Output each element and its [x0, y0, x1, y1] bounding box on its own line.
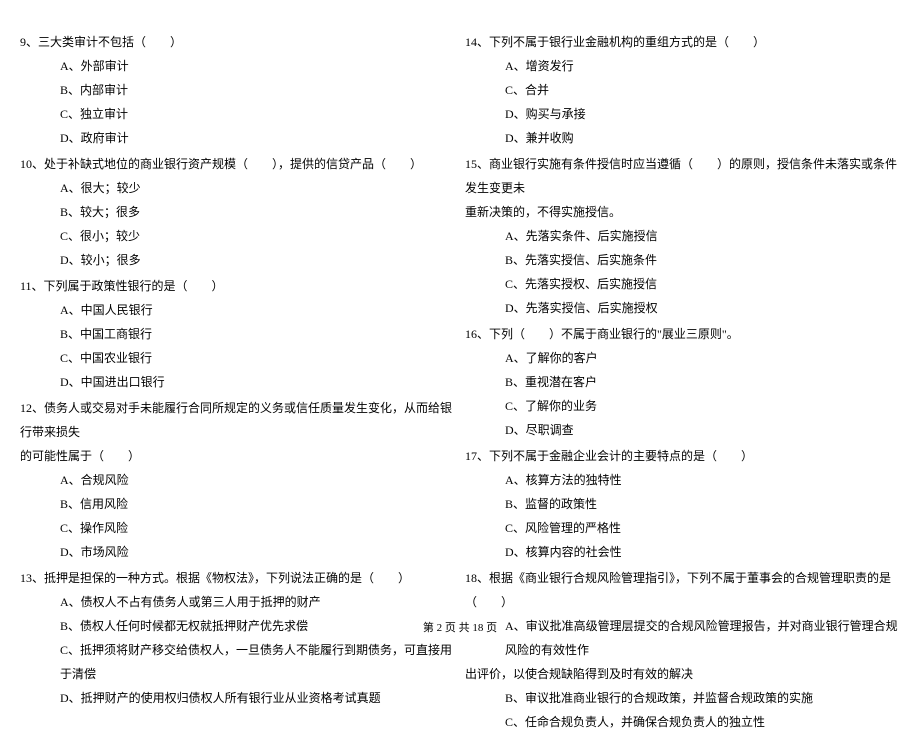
- option-a: A、合规风险: [20, 468, 455, 492]
- option-c: C、中国农业银行: [20, 346, 455, 370]
- option-a-cont: 出评价，以使合规缺陷得到及时有效的解决: [465, 662, 900, 686]
- option-c: C、很小；较少: [20, 224, 455, 248]
- question-15: 15、商业银行实施有条件授信时应当遵循（ ）的原则，授信条件未落实或条件发生变更…: [465, 152, 900, 320]
- option-d: D、市场风险: [20, 540, 455, 564]
- option-b: B、监督的政策性: [465, 492, 900, 516]
- option-d: D、政府审计: [20, 126, 455, 150]
- question-14: 14、下列不属于银行业金融机构的重组方式的是（ ） A、增资发行 C、合并 D、…: [465, 30, 900, 150]
- option-d: D、核算内容的社会性: [465, 540, 900, 564]
- option-c: C、抵押须将财产移交给债权人，一旦债务人不能履行到期债务，可直接用于清偿: [20, 638, 455, 686]
- question-18: 18、根据《商业银行合规风险管理指引》，下列不属于董事会的合规管理职责的是（ ）…: [465, 566, 900, 734]
- option-b: B、内部审计: [20, 78, 455, 102]
- option-a: A、中国人民银行: [20, 298, 455, 322]
- option-a: A、核算方法的独特性: [465, 468, 900, 492]
- option-d: D、先落实授信、后实施授权: [465, 296, 900, 320]
- question-stem: 18、根据《商业银行合规风险管理指引》，下列不属于董事会的合规管理职责的是（ ）: [465, 566, 900, 614]
- question-stem: 11、下列属于政策性银行的是（ ）: [20, 274, 455, 298]
- option-e: D、兼并收购: [465, 126, 900, 150]
- option-a: A、债权人不占有债务人或第三人用于抵押的财产: [20, 590, 455, 614]
- option-d: D、购买与承接: [465, 102, 900, 126]
- option-a: A、很大；较少: [20, 176, 455, 200]
- question-12: 12、债务人或交易对手未能履行合同所规定的义务或信任质量发生变化，从而给银行带来…: [20, 396, 455, 564]
- option-a: A、了解你的客户: [465, 346, 900, 370]
- option-c: C、了解你的业务: [465, 394, 900, 418]
- option-b: B、审议批准商业银行的合规政策，并监督合规政策的实施: [465, 686, 900, 710]
- question-stem: 12、债务人或交易对手未能履行合同所规定的义务或信任质量发生变化，从而给银行带来…: [20, 396, 455, 444]
- option-c: C、风险管理的严格性: [465, 516, 900, 540]
- question-stem: 9、三大类审计不包括（ ）: [20, 30, 455, 54]
- question-stem-cont: 重新决策的，不得实施授信。: [465, 200, 900, 224]
- option-c: C、独立审计: [20, 102, 455, 126]
- question-11: 11、下列属于政策性银行的是（ ） A、中国人民银行 B、中国工商银行 C、中国…: [20, 274, 455, 394]
- question-stem: 14、下列不属于银行业金融机构的重组方式的是（ ）: [465, 30, 900, 54]
- option-b: B、信用风险: [20, 492, 455, 516]
- question-16: 16、下列（ ）不属于商业银行的"展业三原则"。 A、了解你的客户 B、重视潜在…: [465, 322, 900, 442]
- option-a: A、增资发行: [465, 54, 900, 78]
- option-b: B、重视潜在客户: [465, 370, 900, 394]
- option-c: C、任命合规负责人，并确保合规负责人的独立性: [465, 710, 900, 734]
- question-stem: 15、商业银行实施有条件授信时应当遵循（ ）的原则，授信条件未落实或条件发生变更…: [465, 152, 900, 200]
- question-stem: 13、抵押是担保的一种方式。根据《物权法》，下列说法正确的是（ ）: [20, 566, 455, 590]
- option-d: D、尽职调查: [465, 418, 900, 442]
- question-stem: 17、下列不属于金融企业会计的主要特点的是（ ）: [465, 444, 900, 468]
- question-stem: 10、处于补缺式地位的商业银行资产规模（ ），提供的信贷产品（ ）: [20, 152, 455, 176]
- option-c: C、合并: [465, 78, 900, 102]
- option-b: B、中国工商银行: [20, 322, 455, 346]
- question-9: 9、三大类审计不包括（ ） A、外部审计 B、内部审计 C、独立审计 D、政府审…: [20, 30, 455, 150]
- option-b: B、先落实授信、后实施条件: [465, 248, 900, 272]
- question-stem: 16、下列（ ）不属于商业银行的"展业三原则"。: [465, 322, 900, 346]
- question-13: 13、抵押是担保的一种方式。根据《物权法》，下列说法正确的是（ ） A、债权人不…: [20, 566, 455, 710]
- option-d: D、抵押财产的使用权归债权人所有银行业从业资格考试真题: [20, 686, 455, 710]
- question-stem-cont: 的可能性属于（ ）: [20, 444, 455, 468]
- option-c: C、先落实授权、后实施授信: [465, 272, 900, 296]
- question-10: 10、处于补缺式地位的商业银行资产规模（ ），提供的信贷产品（ ） A、很大；较…: [20, 152, 455, 272]
- option-d: D、较小；很多: [20, 248, 455, 272]
- question-17: 17、下列不属于金融企业会计的主要特点的是（ ） A、核算方法的独特性 B、监督…: [465, 444, 900, 564]
- option-c: C、操作风险: [20, 516, 455, 540]
- option-a: A、外部审计: [20, 54, 455, 78]
- option-a: A、先落实条件、后实施授信: [465, 224, 900, 248]
- option-d: D、中国进出口银行: [20, 370, 455, 394]
- page-footer: 第 2 页 共 18 页: [0, 619, 920, 635]
- option-b: B、较大；很多: [20, 200, 455, 224]
